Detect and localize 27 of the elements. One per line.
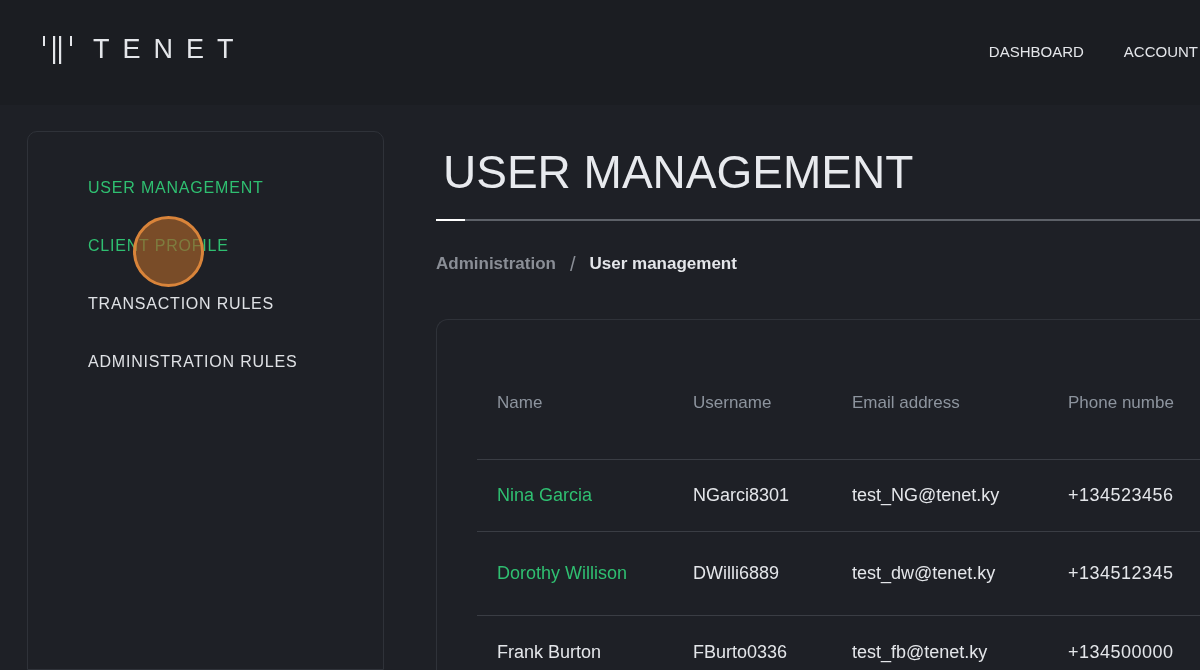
sidebar-item[interactable]: TRANSACTION RULES <box>88 294 383 314</box>
logo-icon <box>43 35 73 64</box>
logo-text: TENET <box>93 36 247 63</box>
column-header: Name <box>497 393 543 412</box>
table-cell: test_NG@tenet.ky <box>852 485 1000 505</box>
column-header: Email address <box>852 393 960 412</box>
nav-link[interactable]: DASHBOARD <box>988 41 1084 64</box>
user-link[interactable]: Dorothy Willison <box>497 563 628 583</box>
user-link[interactable]: Nina Garcia <box>497 485 593 505</box>
table-cell: Frank Burton <box>497 641 602 662</box>
nav-link[interactable]: ACCOUNT <box>1123 41 1198 64</box>
column-header: Phone numbe <box>1068 393 1174 412</box>
table-cell: NGarci8301 <box>693 485 790 505</box>
table-cell: DWilli6889 <box>693 563 780 583</box>
table-cell: test_dw@tenet.ky <box>852 563 996 583</box>
table-cell: +134512345 <box>1068 563 1174 583</box>
sidebar-item[interactable]: USER MANAGEMENT <box>88 178 383 198</box>
table-cell: test_fb@tenet.ky <box>852 641 988 662</box>
breadcrumb-link[interactable]: User management <box>589 251 737 277</box>
table-cell: +134500000 <box>1068 641 1174 662</box>
breadcrumb-separator: / <box>569 252 576 277</box>
table-cell: FBurto0336 <box>693 641 788 662</box>
sidebar-item[interactable]: ADMINISTRATION RULES <box>88 352 383 372</box>
breadcrumb-link[interactable]: Administration <box>436 251 556 277</box>
column-header: Username <box>693 393 772 412</box>
page-title: USER MANAGEMENT <box>442 149 915 195</box>
table-cell: +134523456 <box>1068 485 1174 505</box>
